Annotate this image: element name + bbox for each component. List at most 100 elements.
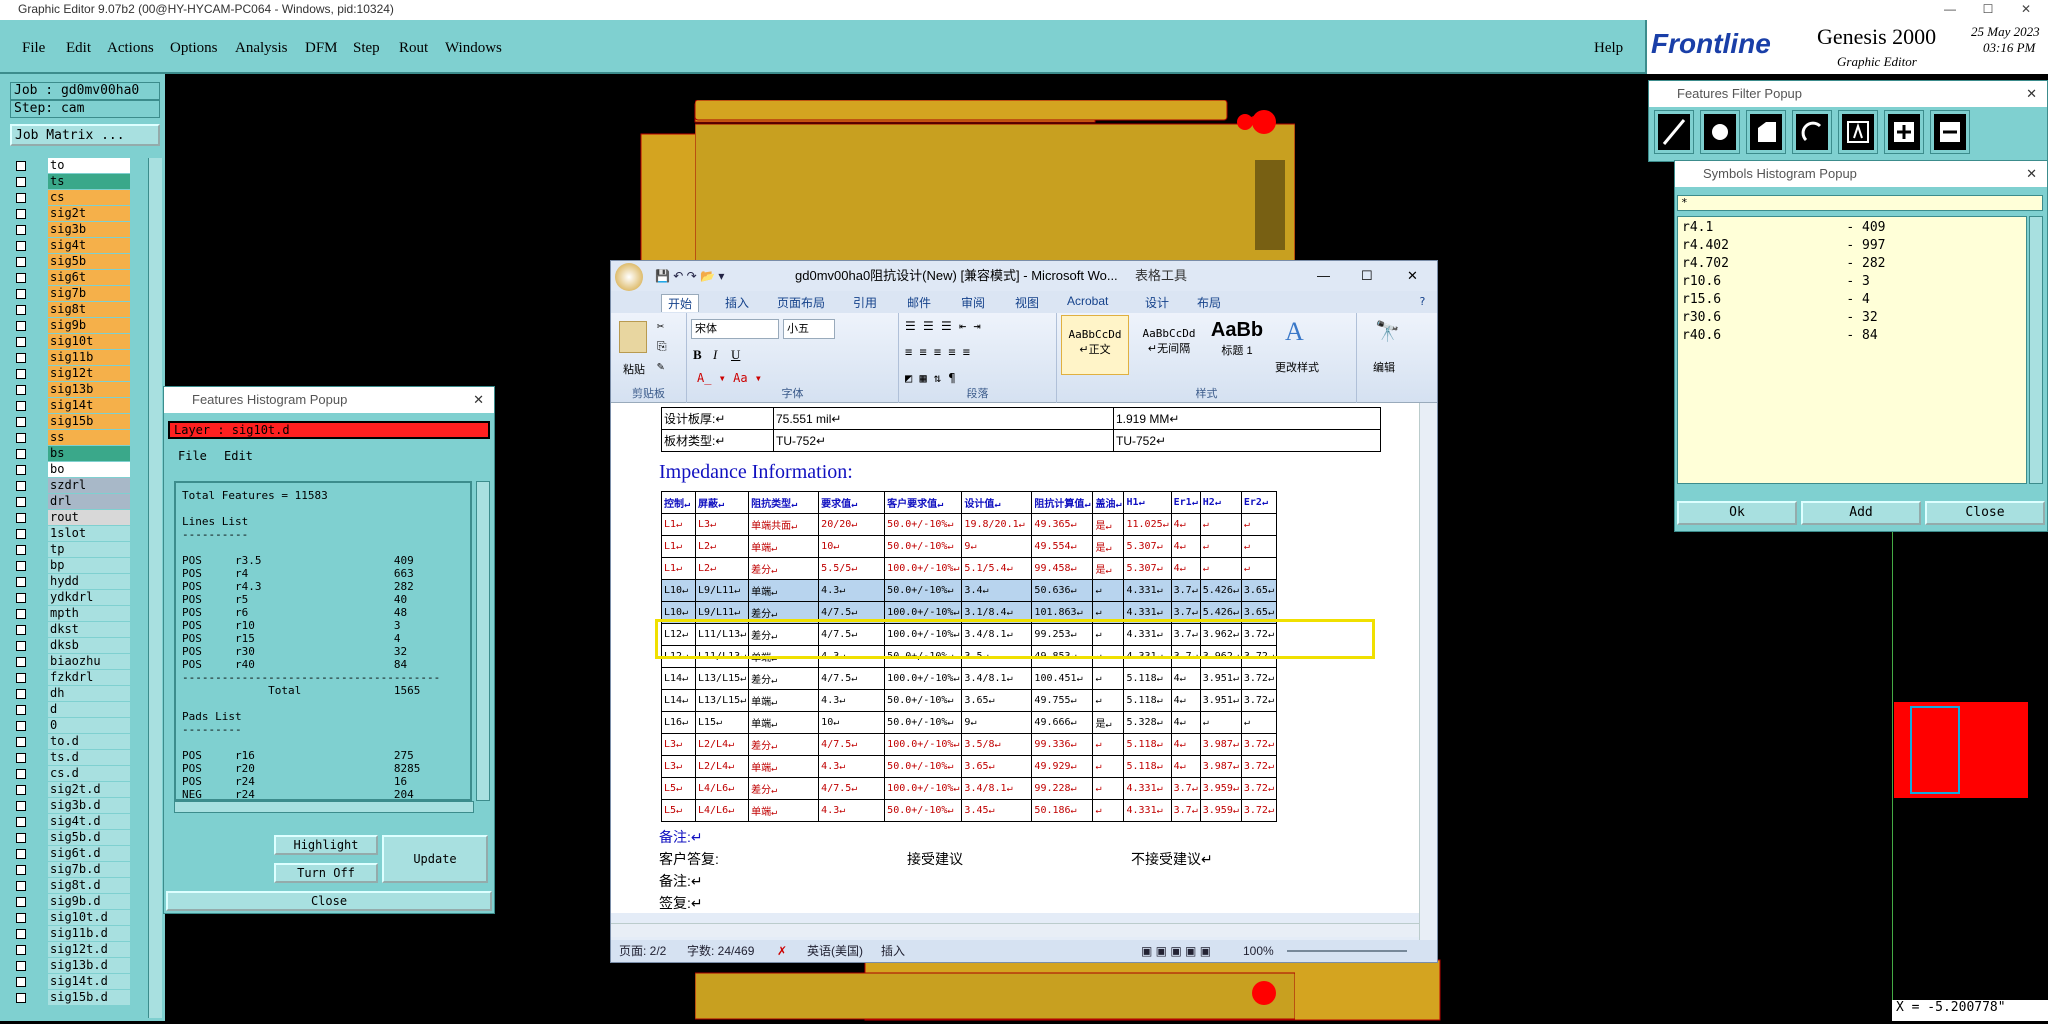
table-cell[interactable]: L15↵ xyxy=(694,711,750,734)
tab-layout[interactable]: 页面布局 xyxy=(777,294,825,311)
layer-checkbox[interactable] xyxy=(16,193,26,203)
layer-row[interactable]: sig5b xyxy=(10,254,130,270)
layer-name[interactable]: sig15b xyxy=(48,414,130,429)
layer-row[interactable]: d xyxy=(10,702,130,718)
table-cell[interactable]: 3.987↵ xyxy=(1199,755,1242,778)
layer-checkbox[interactable] xyxy=(16,449,26,459)
office-button-icon[interactable] xyxy=(615,263,643,291)
table-cell[interactable]: 49.666↵ xyxy=(1031,711,1094,734)
layer-row[interactable]: bp xyxy=(10,558,130,574)
close-icon[interactable]: ✕ xyxy=(2026,81,2037,107)
document-page[interactable]: 设计板厚:↵ 75.551 mil↵ 1.919 MM↵ 板材类型:↵ TU-752↵… xyxy=(611,403,1421,913)
layer-row[interactable]: to.d xyxy=(10,734,130,750)
layer-name[interactable]: sig10t.d xyxy=(48,910,130,925)
layer-name[interactable]: dh xyxy=(48,686,130,701)
layer-name[interactable]: ydkdrl xyxy=(48,590,130,605)
line-filter-icon[interactable] xyxy=(1654,110,1694,154)
layer-name[interactable]: sig12t xyxy=(48,366,130,381)
layer-row[interactable]: sig2t xyxy=(10,206,130,222)
table-cell[interactable]: 3.987↵ xyxy=(1199,733,1242,756)
table-cell[interactable]: 4↵ xyxy=(1170,557,1201,580)
table-cell[interactable]: 4.3↵ xyxy=(818,579,886,602)
layer-name[interactable]: sig6t.d xyxy=(48,846,130,861)
table-cell[interactable]: ↵ xyxy=(1092,733,1125,756)
maximize-icon[interactable]: ☐ xyxy=(1968,0,2008,18)
layer-row[interactable]: sig15b xyxy=(10,414,130,430)
layer-name[interactable]: sig13b xyxy=(48,382,130,397)
layer-row[interactable]: bo xyxy=(10,462,130,478)
layer-checkbox[interactable] xyxy=(16,385,26,395)
layer-name[interactable]: 1slot xyxy=(48,526,130,541)
table-cell[interactable]: L1↵ xyxy=(661,535,696,558)
layer-checkbox[interactable] xyxy=(16,897,26,907)
find-icon[interactable]: 🔭 xyxy=(1375,319,1400,343)
layer-name[interactable]: to xyxy=(48,158,130,173)
symbol-filter-input[interactable]: * xyxy=(1677,195,2043,211)
layer-name[interactable]: to.d xyxy=(48,734,130,749)
table-cell[interactable]: 5.118↵ xyxy=(1123,733,1172,756)
table-cell[interactable]: 是↵ xyxy=(1092,513,1125,536)
layer-row[interactable]: sig13b.d xyxy=(10,958,130,974)
table-cell[interactable]: 50.0+/-10%↵ xyxy=(884,535,963,558)
layer-list-scrollbar[interactable] xyxy=(148,158,162,1018)
table-cell[interactable]: 3.7↵ xyxy=(1170,799,1201,822)
table-cell[interactable]: L3↵ xyxy=(694,513,750,536)
table-cell[interactable]: 3.72↵ xyxy=(1240,777,1277,800)
layer-checkbox[interactable] xyxy=(16,225,26,235)
layer-checkbox[interactable] xyxy=(16,337,26,347)
table-cell[interactable]: 单端↵ xyxy=(748,799,820,822)
layer-name[interactable]: sig4t xyxy=(48,238,130,253)
layer-row[interactable]: sig3b xyxy=(10,222,130,238)
table-cell[interactable]: 4.3↵ xyxy=(818,689,886,712)
layer-row[interactable]: hydd xyxy=(10,574,130,590)
layer-row[interactable]: sig9b.d xyxy=(10,894,130,910)
menu-options[interactable]: Options xyxy=(170,40,218,57)
table-cell[interactable]: L16↵ xyxy=(661,711,696,734)
tab-review[interactable]: 审阅 xyxy=(961,294,985,311)
insert-mode[interactable]: 插入 xyxy=(881,940,905,962)
text-filter-icon[interactable] xyxy=(1838,110,1878,154)
table-cell[interactable]: 是↵ xyxy=(1092,711,1125,734)
layer-row[interactable]: tp xyxy=(10,542,130,558)
table-cell[interactable]: 单端↵ xyxy=(748,689,820,712)
table-cell[interactable]: 单端↵ xyxy=(748,755,820,778)
layer-checkbox[interactable] xyxy=(16,609,26,619)
tab-acrobat[interactable]: Acrobat xyxy=(1067,294,1108,308)
surface-filter-icon[interactable] xyxy=(1746,110,1786,154)
layer-row[interactable]: sig2t.d xyxy=(10,782,130,798)
layer-name[interactable]: sig5b.d xyxy=(48,830,130,845)
close-icon[interactable]: ✕ xyxy=(2026,161,2037,187)
layer-checkbox[interactable] xyxy=(16,753,26,763)
table-cell[interactable]: 差分↵ xyxy=(748,667,820,690)
table-cell[interactable]: L9/L11↵ xyxy=(694,579,750,602)
table-cell[interactable]: 差分↵ xyxy=(748,777,820,800)
tab-view[interactable]: 视图 xyxy=(1015,294,1039,311)
ok-button[interactable]: Ok xyxy=(1677,501,1797,525)
layer-row[interactable]: sig10t.d xyxy=(10,910,130,926)
table-cell[interactable]: 4.3↵ xyxy=(818,755,886,778)
layer-row[interactable]: cs.d xyxy=(10,766,130,782)
layer-checkbox[interactable] xyxy=(16,833,26,843)
arc-filter-icon[interactable] xyxy=(1792,110,1832,154)
layer-row[interactable]: sig14t xyxy=(10,398,130,414)
table-cell[interactable]: 49.365↵ xyxy=(1031,513,1094,536)
table-cell[interactable]: 99.458↵ xyxy=(1031,557,1094,580)
table-cell[interactable]: 4↵ xyxy=(1170,689,1201,712)
job-matrix-button[interactable]: Job Matrix ... xyxy=(10,124,160,146)
table-cell[interactable]: ↵ xyxy=(1240,535,1277,558)
table-cell[interactable]: 50.0+/-10%↵ xyxy=(884,513,963,536)
layer-name[interactable]: cs.d xyxy=(48,766,130,781)
table-cell[interactable]: 50.0+/-10%↵ xyxy=(884,579,963,602)
accept-option[interactable]: 接受建议 xyxy=(907,849,963,869)
table-cell[interactable]: 3.72↵ xyxy=(1240,667,1277,690)
table-cell[interactable]: 差分↵ xyxy=(748,733,820,756)
table-cell[interactable]: 3.45↵ xyxy=(961,799,1033,822)
table-cell[interactable]: 4/7.5↵ xyxy=(818,733,886,756)
table-cell[interactable]: 单端↵ xyxy=(748,711,820,734)
table-cell[interactable]: L2↵ xyxy=(694,535,750,558)
symbol-list-scrollbar[interactable] xyxy=(2029,216,2043,484)
layer-checkbox[interactable] xyxy=(16,657,26,667)
layer-row[interactable]: bs xyxy=(10,446,130,462)
table-cell[interactable]: 49.554↵ xyxy=(1031,535,1094,558)
table-cell[interactable]: 4/7.5↵ xyxy=(818,667,886,690)
